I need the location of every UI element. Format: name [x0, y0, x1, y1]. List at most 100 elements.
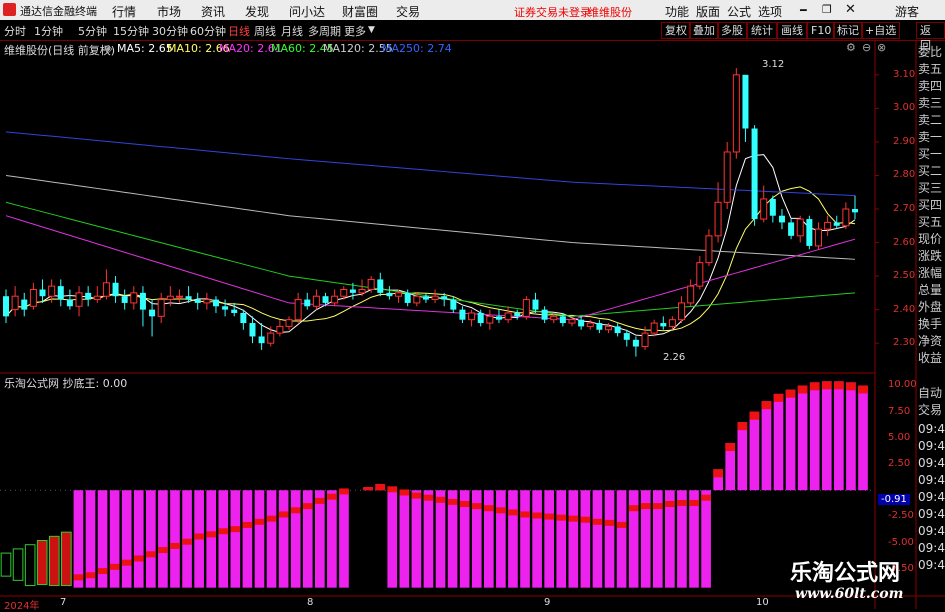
- menu-ask[interactable]: 问小达: [289, 3, 325, 20]
- chevron-down-icon[interactable]: ▼: [368, 25, 375, 35]
- period-tab-timeshare[interactable]: 分时: [4, 23, 26, 39]
- menu-discover[interactable]: 发现: [245, 3, 269, 20]
- menu-options[interactable]: 选项: [758, 3, 782, 20]
- guest-user[interactable]: 游客: [895, 3, 919, 20]
- indicator-bar-magenta: [616, 490, 627, 588]
- menu-quotes[interactable]: 行情: [112, 3, 136, 20]
- trade-login-warning[interactable]: 证券交易未登录: [514, 4, 591, 20]
- candle-body: [504, 312, 512, 321]
- statistics-button[interactable]: 统计: [747, 22, 777, 39]
- indicator-bar-red: [713, 469, 723, 478]
- candle-body: [842, 208, 850, 227]
- candle-body: [258, 336, 265, 344]
- period-tab-15min[interactable]: 15分钟: [113, 23, 149, 39]
- candle-body: [102, 282, 110, 297]
- indicator-bar-red: [411, 492, 422, 499]
- period-tab-multi[interactable]: 多周期: [308, 23, 341, 39]
- candle-body: [304, 299, 311, 307]
- indicator-bar-magenta: [435, 490, 446, 588]
- candle-body: [586, 322, 594, 327]
- menu-trade[interactable]: 交易: [396, 3, 420, 20]
- menu-market[interactable]: 市场: [157, 3, 181, 20]
- candle-body: [249, 323, 256, 337]
- multi-stock-button[interactable]: 多股: [717, 22, 747, 39]
- indicator-bar-red: [435, 496, 446, 503]
- back-button[interactable]: 返回: [916, 22, 945, 52]
- period-tab-monthly[interactable]: 月线: [281, 23, 303, 39]
- quote-label: 总量: [918, 283, 943, 297]
- indicator-bar-magenta: [834, 381, 844, 491]
- menu-layout[interactable]: 版面: [696, 3, 720, 20]
- tick-time: 09:44: [918, 473, 945, 487]
- candle-body: [732, 74, 740, 153]
- indicator-bar-red: [158, 547, 168, 554]
- period-tab-daily[interactable]: 日线: [228, 23, 250, 39]
- period-tab-5min[interactable]: 5分钟: [78, 23, 107, 39]
- indicator-bar-red: [327, 493, 337, 500]
- period-tab-1min[interactable]: 1分钟: [34, 23, 63, 39]
- candle-body: [29, 289, 37, 307]
- indicator-bar-red: [665, 501, 675, 507]
- candle-body: [814, 228, 822, 247]
- period-tab-more[interactable]: 更多: [344, 23, 366, 39]
- close-icon[interactable]: ✕: [845, 2, 856, 17]
- candle-body: [477, 312, 484, 324]
- indicator-bar-red: [230, 526, 241, 533]
- indicator-bar-red: [677, 499, 687, 506]
- high-price-mark: 3.12: [762, 59, 785, 70]
- candle-body: [231, 309, 238, 313]
- auto-trade-panel[interactable]: 自动 交易: [918, 385, 945, 419]
- add-watchlist-button[interactable]: +自选: [861, 22, 901, 39]
- quote-label: 委比: [918, 45, 943, 59]
- candle-body: [596, 323, 603, 330]
- quote-label: 买四: [918, 198, 943, 212]
- indicator-bar-red: [592, 518, 603, 525]
- candle-body: [85, 292, 92, 300]
- period-tab-30min[interactable]: 30分钟: [152, 23, 188, 39]
- mark-button[interactable]: 标记: [833, 22, 863, 39]
- candle-body: [441, 296, 448, 300]
- indicator-bar-red: [133, 555, 144, 562]
- app-logo-icon: [3, 3, 16, 16]
- menu-function[interactable]: 功能: [665, 3, 689, 20]
- date-month-7: 7: [60, 597, 67, 608]
- period-tab-60min[interactable]: 60分钟: [190, 23, 226, 39]
- candle-body: [203, 299, 211, 304]
- candle-body: [852, 209, 858, 213]
- indicator-bar-magenta: [242, 490, 253, 588]
- indicator-bar-red: [447, 498, 458, 505]
- candle-body: [185, 296, 192, 300]
- indicator-bar-red: [85, 572, 96, 579]
- indicator-bar-magenta: [520, 490, 530, 588]
- candle-body: [312, 295, 320, 307]
- menu-wealth[interactable]: 财富圈: [342, 3, 378, 20]
- quote-label: 净资: [918, 334, 943, 348]
- indicator-bar-red: [399, 489, 410, 496]
- indicator-bar-red: [146, 551, 156, 558]
- candle-body: [623, 333, 630, 340]
- tick-time: 09:44: [918, 558, 945, 572]
- indicator-bar-red: [375, 483, 386, 491]
- period-tab-weekly[interactable]: 周线: [254, 23, 276, 39]
- draw-line-button[interactable]: 画线: [777, 22, 807, 39]
- indicator-bar-magenta: [701, 490, 711, 588]
- quote-label: 卖五: [918, 62, 943, 76]
- candle-body: [149, 309, 156, 317]
- price-tick: 2.30: [893, 337, 916, 349]
- candle-body: [614, 326, 621, 334]
- indicator-bar-magenta: [544, 490, 554, 588]
- candle-body: [294, 299, 302, 321]
- restore-icon[interactable]: ❐: [822, 3, 832, 16]
- candle-body: [723, 151, 731, 203]
- menu-formula[interactable]: 公式: [727, 3, 751, 20]
- menu-info[interactable]: 资讯: [201, 3, 225, 20]
- candle-body: [422, 296, 429, 300]
- overlay-button[interactable]: 叠加: [689, 22, 719, 39]
- f10-button[interactable]: F10: [807, 22, 836, 39]
- indicator-bar-red: [483, 505, 494, 512]
- adjust-button[interactable]: 复权: [661, 22, 691, 39]
- kline-chart[interactable]: [0, 40, 945, 609]
- candle-body: [139, 292, 146, 310]
- minimize-icon[interactable]: ━: [800, 4, 807, 17]
- indicator-tick: 10.00: [888, 379, 917, 391]
